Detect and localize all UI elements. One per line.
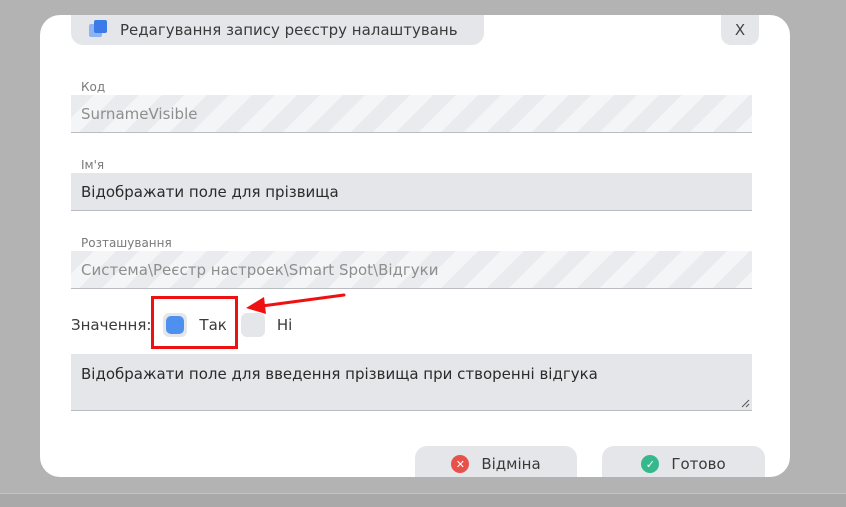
close-circle-icon: ✕ [451,455,470,473]
done-label: Готово [671,455,726,473]
edit-dialog: Редагування запису реєстру налаштувань X… [40,15,790,477]
cancel-label: Відміна [481,455,541,473]
done-button[interactable]: ✓ Готово [602,446,765,477]
check-circle-icon: ✓ [641,455,660,473]
resize-grip-icon[interactable] [740,398,750,408]
description-text: Відображати поле для введення прізвища п… [81,365,598,383]
description-textarea[interactable]: Відображати поле для введення прізвища п… [71,354,752,411]
cancel-button[interactable]: ✕ Відміна [415,446,577,477]
background-strip [0,493,846,507]
